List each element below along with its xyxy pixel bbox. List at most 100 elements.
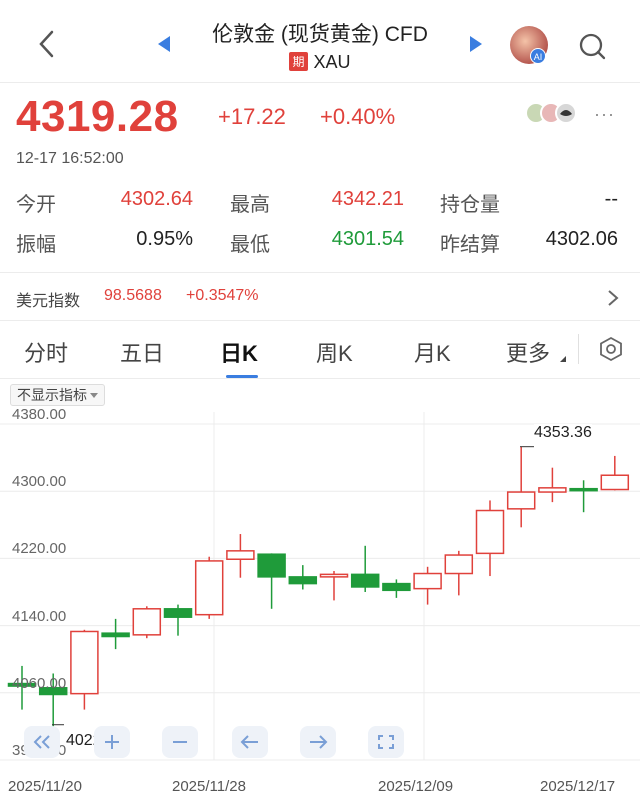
more-icon[interactable]: ··· [594,104,615,125]
x-tick-label: 2025/11/20 [8,778,82,795]
candle [600,455,630,491]
usd-index-change: +0.3547% [186,287,259,304]
ai-badge: AI [530,48,546,64]
candle [226,534,255,578]
y-tick-label: 4380.00 [12,406,67,423]
open-interest-label: 持仓量 [440,194,500,216]
back-arrow-icon[interactable] [32,26,62,62]
instrument-symbol-line: 期 XAU [180,52,460,73]
candle [70,629,99,710]
open-interest-value: -- [604,188,618,210]
candle [132,606,162,639]
zoom-out-button[interactable] [162,726,198,758]
tab-monthly-k[interactable]: 月K [414,336,451,368]
price-change: +17.22 [218,104,286,129]
next-instrument-icon[interactable] [470,36,482,52]
x-tick-label: 2025/12/09 [378,778,454,795]
high-label: 最高 [230,194,270,216]
candlestick-chart[interactable] [0,412,640,774]
search-icon[interactable] [576,30,608,62]
low-value: 4301.54 [331,228,404,250]
tab-more[interactable]: 更多 [506,336,550,368]
top-bar: 伦敦金 (现货黄金) CFD 期 XAU AI [0,0,640,82]
candle-body [194,560,224,616]
open-label: 今开 [16,194,56,216]
zoom-in-button[interactable] [94,726,130,758]
candle-body [350,573,380,588]
instrument-title: 伦敦金 (现货黄金) CFD [212,23,428,46]
period-tabs: 分时 五日 日K 周K 月K 更多 [0,322,640,378]
fullscreen-icon [378,735,394,749]
candle [475,500,505,577]
indicator-toggle[interactable]: 不显示指标 [10,384,105,406]
last-price: 4319.28 [16,92,179,141]
candle [194,556,224,619]
candle [163,604,193,636]
prev-instrument-icon[interactable] [158,36,170,52]
tab-daily-k[interactable]: 日K [220,336,258,368]
candle [444,550,474,596]
max-price-annotation: 4353.36 [534,424,592,442]
candle-body [444,554,474,575]
x-tick-label: 2025/11/28 [172,778,246,795]
candle-body [600,474,630,491]
caret-down-icon [90,393,98,398]
divider [0,82,640,83]
candle-body [506,491,536,510]
indicator-toggle-label: 不显示指标 [17,387,87,403]
candle-body [70,630,99,695]
divider [0,378,640,379]
divider [0,320,640,321]
candle-body [319,573,349,578]
dropdown-caret-icon [560,356,566,362]
followers-avatars-icon[interactable] [525,102,585,124]
tab-five-day[interactable]: 五日 [120,336,164,368]
usd-index-row[interactable]: 美元指数 98.5688 +0.3547% [0,273,640,319]
candle [350,545,380,592]
scroll-to-start-button[interactable] [24,726,60,758]
settings-hexagon-icon[interactable] [598,336,624,362]
candle-body [132,608,162,636]
candle-body [475,509,505,555]
minus-icon [173,741,187,743]
candle [569,480,598,513]
candle-body [101,632,130,638]
candle [382,579,411,598]
futures-badge: 期 [289,52,308,71]
divider [578,334,579,364]
candle-body [226,550,255,560]
candle [506,446,536,528]
quote-time: 12-17 16:52:00 [16,150,124,167]
fullscreen-button[interactable] [368,726,404,758]
plus-icon [105,735,119,749]
x-tick-label: 2025/12/17 [540,778,616,795]
high-value: 4342.21 [331,188,404,210]
candle [257,553,286,609]
tab-weekly-k[interactable]: 周K [316,336,353,368]
double-chevron-left-icon [33,735,50,749]
chevron-right-icon [608,290,619,306]
amplitude-label: 振幅 [16,234,56,256]
candle-body [569,487,598,492]
candle-body [257,553,286,578]
candle [101,618,130,650]
amplitude-value: 0.95% [136,228,193,250]
tab-intraday[interactable]: 分时 [24,336,68,368]
y-tick-label: 4140.00 [12,607,67,625]
prev-settle-value: 4302.06 [545,228,618,250]
y-tick-label: 4300.00 [12,473,67,491]
scroll-left-button[interactable] [232,726,268,758]
arrow-right-icon [310,735,328,749]
usd-index-label: 美元指数 [16,293,81,310]
candle-body [413,572,442,590]
instrument-symbol: XAU [313,52,351,72]
candle [413,566,442,605]
low-label: 最低 [230,234,270,256]
arrow-left-icon [240,735,258,749]
open-value: 4302.64 [120,188,193,210]
prev-settle-label: 昨结算 [440,234,500,256]
usd-index-value: 98.5688 [104,287,162,304]
scroll-right-button[interactable] [300,726,336,758]
candle [319,571,349,601]
candle [288,565,318,590]
